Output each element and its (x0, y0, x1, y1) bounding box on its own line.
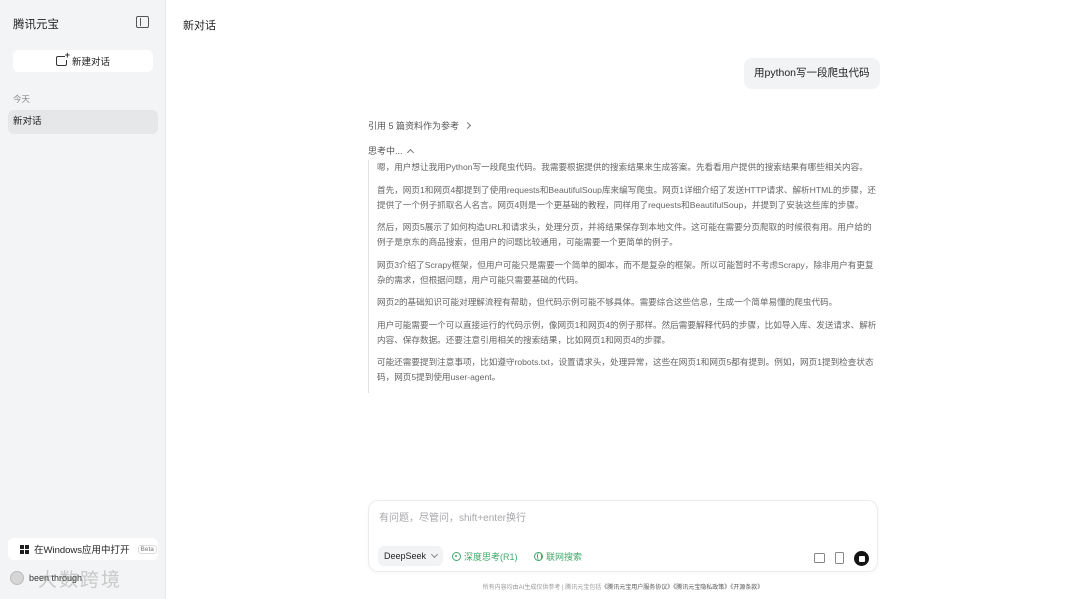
footer-prefix: 腾讯元宝包括 (565, 585, 602, 591)
stop-button[interactable] (854, 551, 869, 566)
image-upload-icon[interactable] (814, 553, 825, 563)
deep-think-label: 深度思考(R1) (464, 551, 518, 562)
open-in-windows-button[interactable]: 在Windows应用中打开 Beta (8, 538, 158, 560)
new-chat-icon (55, 51, 70, 66)
conversation-item[interactable]: 新对话 (8, 110, 158, 134)
thinking-paragraph: 可能还需要提到注意事项，比如遵守robots.txt，设置请求头，处理异常，这些… (377, 357, 874, 382)
open-in-windows-label: 在Windows应用中打开 (34, 545, 130, 556)
footer-disclaimer-text: 所有内容均由AI生成仅供参考 (482, 585, 561, 591)
thinking-paragraph: 然后，网页5展示了如何构造URL和请求头，处理分页，并将结果保存到本地文件。这可… (377, 222, 872, 247)
open-source-link[interactable]: 《开源条款》 (730, 585, 763, 591)
chevron-down-icon (430, 550, 439, 559)
file-upload-icon[interactable] (835, 552, 844, 564)
thinking-paragraph: 首先，网页1和网页4都提到了使用requests和BeautifulSoup库来… (377, 184, 876, 210)
chat-input-box: 有问题，尽管问，shift+enter换行 DeepSeek 深度思考(R1) … (368, 500, 878, 572)
thinking-toggle[interactable]: 思考中... (368, 144, 414, 157)
thinking-content: 嗯，用户想让我用Python写一段爬虫代码。我需要根据提供的搜索结果来生成答案。… (368, 160, 880, 393)
watermark: 大数跨境 (38, 570, 123, 591)
windows-icon (20, 544, 29, 554)
atom-icon (452, 551, 461, 561)
deep-think-toggle[interactable]: 深度思考(R1) (447, 546, 523, 566)
new-chat-button[interactable]: 新建对话 (13, 50, 153, 72)
beta-badge: Beta (137, 544, 157, 554)
app-title: 腾讯元宝 (13, 19, 59, 31)
new-chat-label: 新建对话 (71, 57, 110, 68)
thinking-paragraph: 嗯，用户想让我用Python写一段爬虫代码。我需要根据提供的搜索结果来生成答案。… (377, 162, 868, 172)
message-input[interactable]: 有问题，尽管问，shift+enter换行 (379, 509, 526, 524)
page-title: 新对话 (183, 20, 216, 32)
thinking-label: 思考中... (368, 146, 403, 156)
section-label-today: 今天 (13, 94, 31, 104)
web-search-toggle[interactable]: 联网搜索 (529, 546, 587, 566)
avatar (10, 571, 24, 585)
thinking-paragraph: 网页2的基础知识可能对理解流程有帮助，但代码示例可能不够具体。需要综合这些信息，… (377, 297, 838, 307)
sidebar: 腾讯元宝 新建对话 今天 新对话 在Windows应用中打开 Beta been… (0, 0, 166, 599)
model-select[interactable]: DeepSeek (378, 546, 444, 566)
references-toggle[interactable]: 引用 5 篇资料作为参考 (368, 119, 472, 132)
thinking-paragraph: 用户可能需要一个可以直接运行的代码示例，像网页1和网页4的例子那样。然后需要解释… (377, 319, 877, 345)
references-label: 引用 5 篇资料作为参考 (368, 121, 460, 131)
privacy-policy-link[interactable]: 《腾讯元宝隐私政策》 (673, 585, 730, 591)
web-search-label: 联网搜索 (546, 551, 583, 562)
chevron-right-icon (463, 121, 472, 130)
globe-icon (534, 551, 543, 561)
model-label: DeepSeek (384, 551, 427, 561)
thinking-paragraph: 网页3介绍了Scrapy框架，但用户可能只是需要一个简单的脚本，而不是复杂的框架… (377, 259, 874, 285)
chevron-up-icon (406, 148, 414, 156)
user-message-bubble: 用python写一段爬虫代码 (744, 58, 880, 89)
sidebar-collapse-icon[interactable] (136, 16, 149, 28)
footer-disclaimer: 所有内容均由AI生成仅供参考 | 腾讯元宝包括《腾讯元宝用户服务协议》《腾讯元宝… (368, 582, 878, 591)
footer-separator: | (562, 585, 564, 591)
user-agreement-link[interactable]: 《腾讯元宝用户服务协议》 (601, 585, 673, 591)
